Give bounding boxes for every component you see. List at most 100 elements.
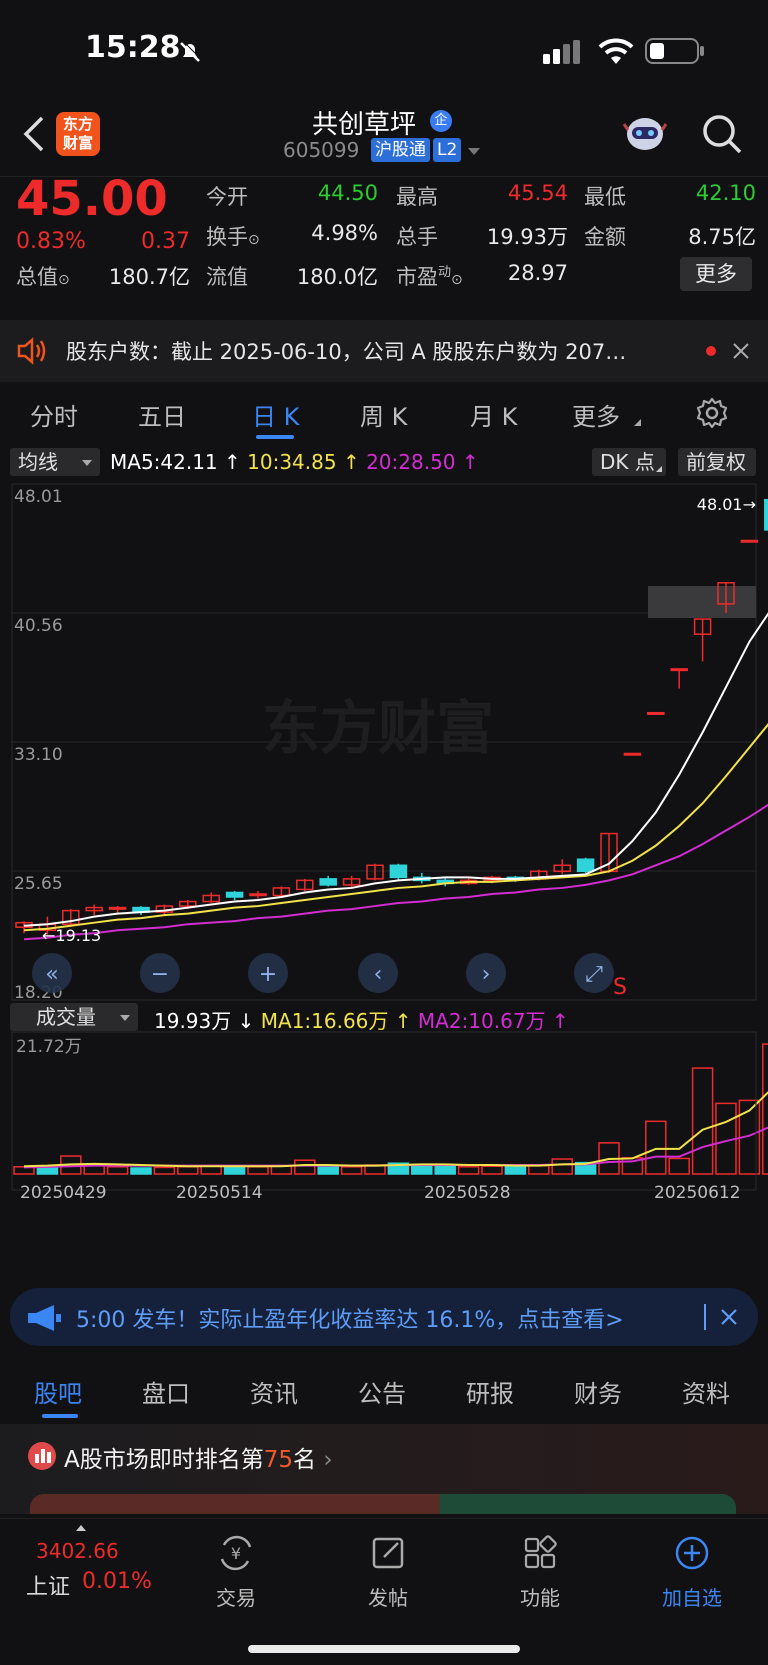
ma10-value: 10:34.85 xyxy=(247,450,337,474)
volume-bar xyxy=(340,1166,363,1175)
change-percent: 0.83% xyxy=(16,229,86,254)
nav-add-watchlist[interactable]: 加自选 xyxy=(642,1535,742,1611)
watermark: 东方财富 xyxy=(262,694,494,762)
price-zone-highlight xyxy=(648,586,756,618)
adjust-button[interactable]: 前复权 xyxy=(678,448,756,476)
tab-finance[interactable]: 财务 xyxy=(574,1374,622,1409)
candle-body xyxy=(225,891,244,898)
tab-forum[interactable]: 股吧 xyxy=(34,1374,82,1409)
nav-button-glyph: › xyxy=(482,962,491,987)
candle-body xyxy=(647,711,665,715)
volume-current: 19.93万 xyxy=(154,1009,232,1033)
volume-bar xyxy=(691,1067,714,1175)
volume-bar xyxy=(177,1166,199,1175)
min-price-label: ←19.13 xyxy=(42,926,101,945)
back-arrow-icon[interactable] xyxy=(22,116,46,152)
tab-intraday[interactable]: 分时 xyxy=(30,397,78,432)
tab-weekly-k[interactable]: 周 K xyxy=(360,397,407,432)
volume-value: 19.93万 xyxy=(486,225,568,249)
low-label: 最低 xyxy=(584,185,626,209)
level2-tag: L2 xyxy=(433,138,462,162)
ma-selector[interactable]: 均线 xyxy=(10,448,100,476)
bell-muted-icon xyxy=(180,40,202,62)
index-widget[interactable]: 3402.66 上证 0.01% xyxy=(20,1519,160,1619)
hk-connect-tag: 沪股通 xyxy=(371,138,430,162)
volume-label: 总手 xyxy=(396,225,438,249)
tab-five-day[interactable]: 五日 xyxy=(138,397,186,432)
stock-name: 共创草坪 xyxy=(312,110,417,140)
index-value: 3402.66 xyxy=(36,1539,119,1563)
volume-legend-bar: 成交量 19.93万 ↓ MA1:16.66万 ↑ MA2:10.67万 ↑ xyxy=(0,1001,768,1033)
tab-more[interactable]: 更多 xyxy=(572,397,620,432)
pe-label: 市盈动⊙ xyxy=(396,265,463,289)
volume-ma2: MA2:10.67万 xyxy=(417,1009,546,1033)
dropdown-caret-icon[interactable] xyxy=(468,148,480,155)
status-time: 15:28 xyxy=(85,30,181,65)
volume-bar xyxy=(481,1165,503,1175)
tab-profile[interactable]: 资料 xyxy=(682,1374,730,1409)
promo-banner[interactable]: 5:00 发车！实际止盈年化收益率达 16.1%，点击查看> xyxy=(10,1288,758,1346)
date-label: 20250612 xyxy=(654,1183,741,1202)
chart-period-tabs: 分时 五日 日 K 周 K 月 K 更多 xyxy=(0,383,768,443)
open-value: 44.50 xyxy=(317,181,378,205)
rank-chart-icon xyxy=(28,1442,56,1470)
close-icon[interactable] xyxy=(733,343,749,359)
nav-trade[interactable]: ¥ 交易 xyxy=(186,1535,286,1611)
gear-icon[interactable] xyxy=(696,397,728,429)
date-label: 20250429 xyxy=(20,1183,107,1202)
nav-button-glyph: + xyxy=(259,962,277,987)
volume-bar xyxy=(528,1164,550,1175)
date-label: 20250514 xyxy=(176,1183,263,1202)
last-price: 45.00 xyxy=(16,171,168,227)
tab-announcements[interactable]: 公告 xyxy=(358,1374,406,1409)
nav-post[interactable]: 发帖 xyxy=(338,1535,438,1611)
shareholder-notice[interactable]: 股东户数：截止 2025-06-10，公司 A 股股东户数为 207… xyxy=(0,320,768,382)
forum-tab-indicator xyxy=(42,1414,78,1418)
battery-icon xyxy=(645,38,699,64)
search-icon[interactable] xyxy=(700,112,744,156)
banner-close-icon[interactable] xyxy=(720,1308,738,1326)
volume-bar xyxy=(551,1158,573,1175)
amount-value: 8.75亿 xyxy=(688,225,756,249)
index-name: 上证 xyxy=(26,1575,71,1600)
dk-point-button[interactable]: DK 点 xyxy=(592,448,666,476)
content-tabs: 股吧 盘口 资讯 公告 研报 财务 资料 xyxy=(0,1362,768,1424)
tab-news[interactable]: 资讯 xyxy=(250,1374,298,1409)
bottom-navigation: 3402.66 上证 0.01% ¥ 交易 发帖 功能 加自选 xyxy=(0,1518,768,1665)
notice-text: 股东户数：截止 2025-06-10，公司 A 股股东户数为 207… xyxy=(66,340,627,364)
volume-bar xyxy=(130,1167,152,1175)
candle-body xyxy=(670,668,688,672)
volume-bar xyxy=(153,1166,176,1175)
volume-bar xyxy=(504,1164,527,1175)
tab-order-book[interactable]: 盘口 xyxy=(142,1374,190,1409)
ma5-value: MA5:42.11 xyxy=(110,450,218,474)
volume-bar xyxy=(294,1159,316,1175)
banner-text: 5:00 发车！实际止盈年化收益率达 16.1%，点击查看> xyxy=(76,1308,624,1333)
volume-bar xyxy=(668,1157,690,1175)
index-pct: 0.01% xyxy=(82,1569,152,1594)
volume-ma1: MA1:16.66万 xyxy=(260,1009,389,1033)
nav-function[interactable]: 功能 xyxy=(490,1535,590,1611)
enterprise-badge: 企 xyxy=(430,110,452,132)
more-button[interactable]: 更多 xyxy=(680,257,752,291)
y-tick-label: 40.56 xyxy=(14,616,63,636)
signal-icon xyxy=(543,40,580,64)
app-logo[interactable]: 东方 财富 xyxy=(56,112,100,156)
active-tab-indicator xyxy=(256,435,294,439)
unread-dot xyxy=(706,346,716,356)
kline-chart[interactable]: 东方财富 48.0140.5633.1025.6518.20 48.01→←19… xyxy=(0,480,768,1202)
volume-ma1-line xyxy=(23,1091,768,1168)
tab-daily-k[interactable]: 日 K xyxy=(252,397,299,432)
home-indicator xyxy=(248,1645,520,1653)
low-value: 42.10 xyxy=(695,181,756,205)
date-axis: 20250429 20250514 20250528 20250612 xyxy=(20,1183,741,1202)
volume-ma2-line xyxy=(23,1126,768,1169)
volume-selector[interactable]: 成交量 xyxy=(10,1003,138,1031)
robot-assistant-icon[interactable] xyxy=(622,112,668,156)
nav-button-glyph: − xyxy=(151,962,169,987)
tab-research[interactable]: 研报 xyxy=(466,1374,514,1409)
trade-icon: ¥ xyxy=(220,1535,252,1571)
market-rank-card[interactable]: A股市场即时排名第75名 › xyxy=(0,1424,768,1514)
y-tick-label: 48.01 xyxy=(14,487,63,507)
tab-monthly-k[interactable]: 月 K xyxy=(470,397,517,432)
